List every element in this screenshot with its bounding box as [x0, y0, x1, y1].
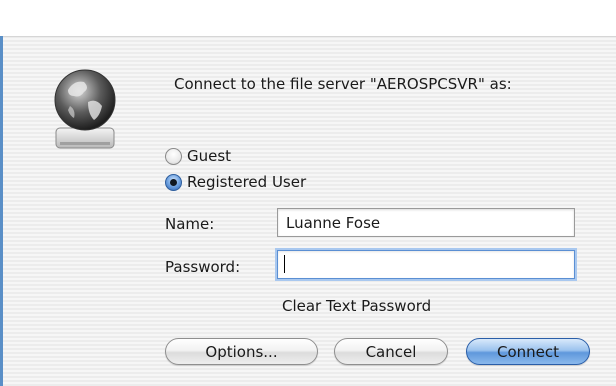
- cancel-button[interactable]: Cancel: [334, 338, 448, 365]
- name-label: Name:: [165, 215, 215, 233]
- connect-dialog: Connect to the file server "AEROSPCSVR" …: [0, 0, 616, 386]
- registered-user-label: Registered User: [187, 173, 307, 191]
- window-edge: [0, 36, 3, 386]
- globe-server-icon: [54, 69, 116, 149]
- connect-button[interactable]: Connect: [466, 338, 590, 365]
- guest-radio-option[interactable]: Guest: [165, 147, 231, 165]
- password-field[interactable]: [277, 250, 575, 279]
- registered-user-radio[interactable]: [165, 173, 182, 191]
- text-cursor: [284, 255, 285, 273]
- guest-radio[interactable]: [165, 147, 182, 165]
- security-note: Clear Text Password: [282, 297, 432, 315]
- connect-prompt: Connect to the file server "AEROSPCSVR" …: [174, 75, 512, 93]
- registered-user-radio-option[interactable]: Registered User: [165, 173, 306, 191]
- options-button[interactable]: Options...: [165, 338, 318, 365]
- name-field[interactable]: [277, 208, 575, 237]
- password-label: Password:: [165, 258, 241, 276]
- dialog-title-area: [0, 0, 616, 37]
- guest-label: Guest: [187, 147, 232, 165]
